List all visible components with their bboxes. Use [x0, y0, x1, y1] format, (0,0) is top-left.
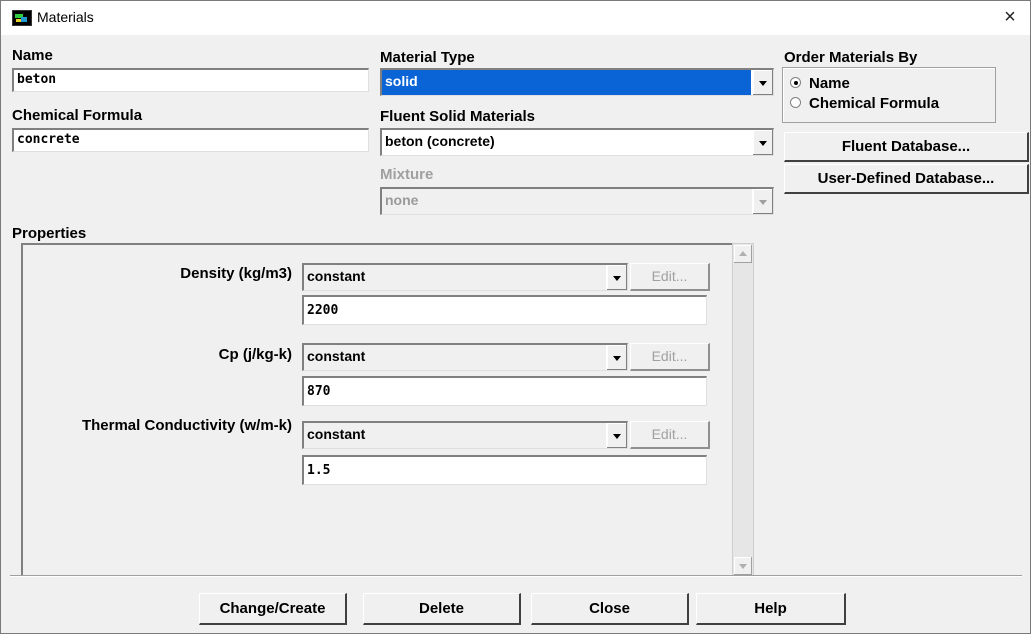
density-label: Density (kg/m3): [180, 265, 292, 282]
chemical-formula-input[interactable]: concrete: [12, 128, 369, 152]
scroll-up-button[interactable]: [734, 245, 752, 263]
title-bar: Materials ×: [1, 1, 1030, 35]
change-create-button[interactable]: Change/Create: [199, 593, 347, 625]
mixture-label: Mixture: [380, 166, 434, 183]
thermal-conductivity-method-select[interactable]: constant: [302, 421, 628, 449]
fluent-solid-materials-value: beton (concrete): [385, 133, 495, 149]
properties-panel: [21, 243, 733, 577]
order-by-name-option[interactable]: Name: [790, 75, 850, 92]
chemical-formula-label: Chemical Formula: [12, 107, 143, 124]
order-by-formula-option[interactable]: Chemical Formula: [790, 95, 939, 112]
radio-selected-icon[interactable]: [790, 77, 801, 88]
name-input[interactable]: beton: [12, 68, 369, 92]
density-method-select[interactable]: constant: [302, 263, 628, 291]
chevron-down-icon[interactable]: [606, 345, 627, 370]
thermal-conductivity-method-value: constant: [307, 426, 366, 442]
cp-method-value: constant: [307, 348, 366, 364]
thermal-conductivity-label: Thermal Conductivity (w/m-k): [81, 417, 292, 434]
properties-scrollbar[interactable]: [732, 243, 754, 577]
mixture-value: none: [385, 192, 419, 208]
thermal-conductivity-input[interactable]: 1.5: [302, 455, 707, 485]
materials-window: Materials × Name beton Chemical Formula …: [0, 0, 1031, 634]
material-type-select[interactable]: solid: [380, 68, 774, 96]
close-button[interactable]: Close: [531, 593, 689, 625]
fluent-app-icon: [12, 10, 32, 26]
material-type-value: solid: [385, 73, 418, 89]
density-method-value: constant: [307, 268, 366, 284]
dialog-content: Name beton Chemical Formula concrete Mat…: [10, 35, 1029, 625]
order-by-label: Order Materials By: [784, 49, 918, 66]
delete-button[interactable]: Delete: [363, 593, 521, 625]
close-icon[interactable]: ×: [996, 5, 1024, 29]
chevron-down-icon[interactable]: [752, 130, 773, 155]
cp-edit-button: Edit...: [630, 343, 710, 371]
density-edit-button: Edit...: [630, 263, 710, 291]
chevron-down-icon[interactable]: [606, 423, 627, 448]
window-title: Materials: [37, 9, 94, 25]
density-input[interactable]: 2200: [302, 295, 707, 325]
chevron-down-icon[interactable]: [752, 70, 773, 95]
cp-method-select[interactable]: constant: [302, 343, 628, 371]
user-defined-database-button[interactable]: User-Defined Database...: [784, 164, 1029, 194]
fluent-solid-materials-label: Fluent Solid Materials: [380, 108, 536, 125]
chevron-down-icon[interactable]: [606, 265, 627, 290]
radio-unselected-icon[interactable]: [790, 97, 801, 108]
mixture-select: none: [380, 187, 774, 215]
cp-input[interactable]: 870: [302, 376, 707, 406]
order-by-name-label: Name: [809, 75, 850, 92]
chevron-down-icon: [739, 564, 747, 569]
material-type-label: Material Type: [380, 49, 475, 66]
help-button[interactable]: Help: [696, 593, 846, 625]
chevron-down-icon: [752, 189, 773, 214]
properties-label: Properties: [12, 225, 87, 242]
fluent-solid-materials-select[interactable]: beton (concrete): [380, 128, 774, 156]
footer-separator: [10, 575, 1022, 577]
name-label: Name: [12, 47, 53, 64]
cp-label: Cp (j/kg-k): [218, 346, 292, 363]
scroll-down-button[interactable]: [734, 557, 752, 575]
thermal-conductivity-edit-button: Edit...: [630, 421, 710, 449]
order-by-formula-label: Chemical Formula: [809, 95, 940, 112]
fluent-database-button[interactable]: Fluent Database...: [784, 132, 1029, 162]
chevron-up-icon: [739, 251, 747, 256]
